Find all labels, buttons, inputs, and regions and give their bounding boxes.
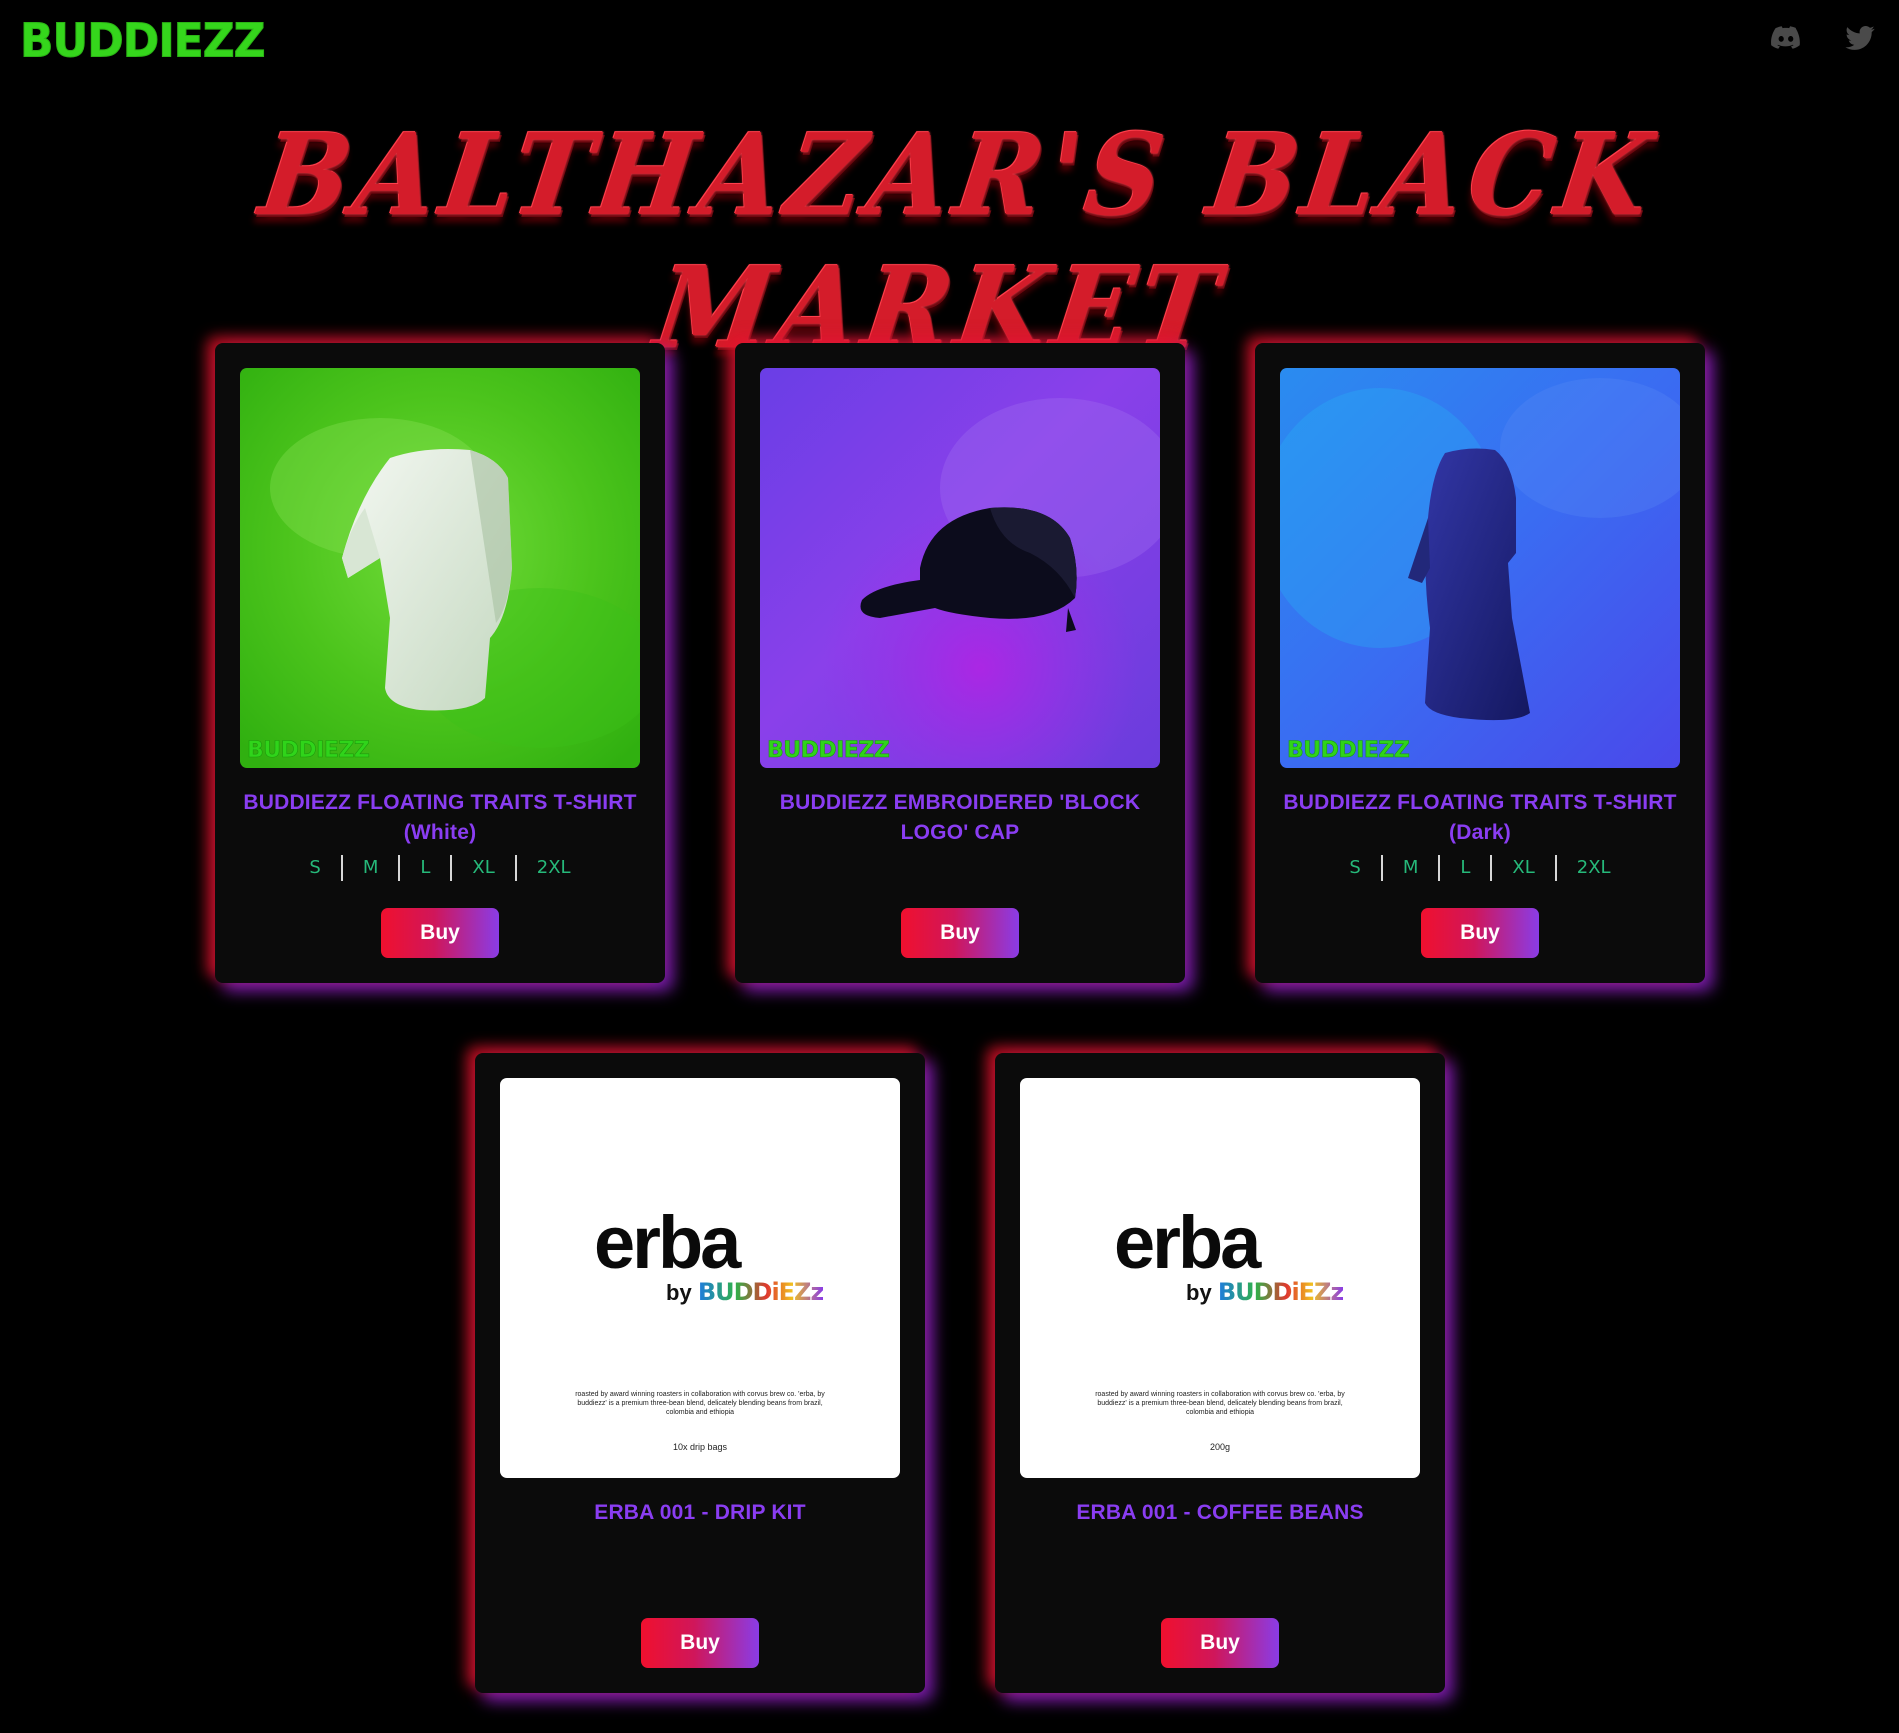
- product-card: BUDDIEZZ BUDDIEZZ FLOATING TRAITS T-SHIR…: [1255, 343, 1705, 983]
- erba-byline: by BUDDiEZz: [666, 1278, 825, 1306]
- erba-description: roasted by award winning roasters in col…: [1095, 1391, 1345, 1416]
- product-image[interactable]: erba by BUDDiEZz roasted by award winnin…: [1020, 1078, 1420, 1478]
- image-watermark: BUDDIEZZ: [1287, 738, 1410, 764]
- product-title: ERBA 001 - DRIP KIT: [594, 1501, 806, 1524]
- erba-byline: by BUDDiEZz: [1186, 1278, 1345, 1306]
- product-card: BUDDIEZZ BUDDIEZZ FLOATING TRAITS T-SHIR…: [215, 343, 665, 983]
- product-image[interactable]: BUDDIEZZ: [240, 368, 640, 768]
- erba-wordmark: erba: [594, 1201, 741, 1284]
- product-card: erba by BUDDiEZz roasted by award winnin…: [475, 1053, 925, 1693]
- product-image[interactable]: erba by BUDDiEZz roasted by award winnin…: [500, 1078, 900, 1478]
- size-option-xl[interactable]: XL: [1490, 855, 1554, 881]
- size-selector: S M L XL 2XL: [215, 855, 665, 881]
- erba-quantity: 10x drip bags: [672, 1442, 728, 1452]
- buy-button[interactable]: Buy: [1161, 1618, 1279, 1668]
- erba-wordmark: erba: [1114, 1201, 1261, 1284]
- product-card: BUDDIEZZ BUDDIEZZ EMBROIDERED 'BLOCK LOG…: [735, 343, 1185, 983]
- erba-by-text: by: [666, 1280, 692, 1305]
- image-watermark: BUDDIEZZ: [247, 738, 370, 764]
- size-option-2xl[interactable]: 2XL: [1554, 855, 1631, 881]
- size-option-m[interactable]: M: [1380, 855, 1439, 881]
- product-title: BUDDIEZZ FLOATING TRAITS T-SHIRT (White): [243, 791, 637, 844]
- buy-button[interactable]: Buy: [1421, 908, 1539, 958]
- image-watermark: BUDDIEZZ: [767, 738, 890, 764]
- size-option-m[interactable]: M: [340, 855, 399, 881]
- product-image[interactable]: BUDDIEZZ: [760, 368, 1160, 768]
- size-option-2xl[interactable]: 2XL: [514, 855, 591, 881]
- erba-package-image: erba by BUDDiEZz roasted by award winnin…: [500, 1078, 900, 1478]
- size-option-l[interactable]: L: [398, 855, 450, 881]
- erba-package-image: erba by BUDDiEZz roasted by award winnin…: [1020, 1078, 1420, 1478]
- product-title: BUDDIEZZ EMBROIDERED 'BLOCK LOGO' CAP: [779, 791, 1141, 844]
- discord-icon[interactable]: [1771, 26, 1801, 50]
- erba-brand-text: BUDDiEZz: [697, 1278, 825, 1306]
- site-header: BUDDIEZZ: [0, 0, 1899, 100]
- buy-button[interactable]: Buy: [641, 1618, 759, 1668]
- page-title: BALTHAZAR'S BLACK MARKET: [253, 108, 1665, 374]
- erba-quantity: 200g: [1209, 1442, 1231, 1452]
- buy-button[interactable]: Buy: [901, 908, 1019, 958]
- product-title: BUDDIEZZ FLOATING TRAITS T-SHIRT (Dark): [1283, 791, 1677, 844]
- size-option-xl[interactable]: XL: [450, 855, 514, 881]
- size-option-s[interactable]: S: [289, 855, 340, 881]
- product-card: erba by BUDDiEZz roasted by award winnin…: [995, 1053, 1445, 1693]
- size-option-l[interactable]: L: [1438, 855, 1490, 881]
- erba-brand-text: BUDDiEZz: [1217, 1278, 1345, 1306]
- product-image[interactable]: BUDDIEZZ: [1280, 368, 1680, 768]
- brand-logo[interactable]: BUDDIEZZ: [20, 14, 267, 69]
- size-selector: S M L XL 2XL: [1255, 855, 1705, 881]
- size-option-s[interactable]: S: [1329, 855, 1380, 881]
- erba-description: roasted by award winning roasters in col…: [575, 1391, 825, 1416]
- twitter-icon[interactable]: [1845, 26, 1875, 50]
- product-title: ERBA 001 - COFFEE BEANS: [1076, 1501, 1364, 1524]
- buy-button[interactable]: Buy: [381, 908, 499, 958]
- erba-by-text: by: [1186, 1280, 1212, 1305]
